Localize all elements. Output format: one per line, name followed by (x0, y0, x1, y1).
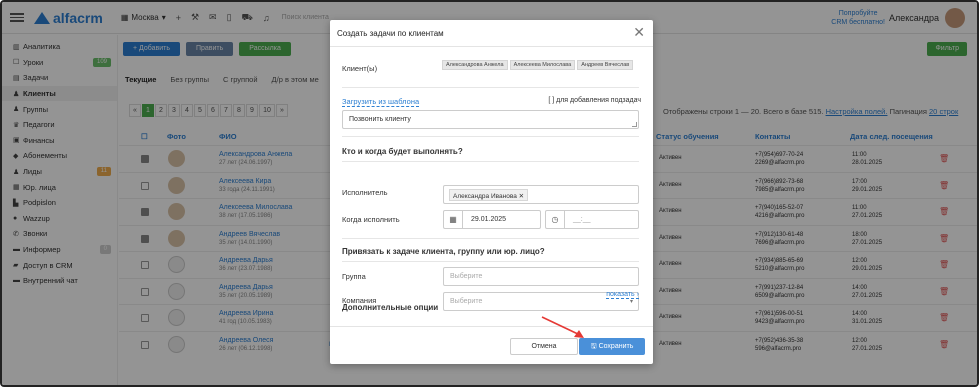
client-chip: Алексеева Милослава (509, 60, 576, 70)
time-value: __:__ (573, 216, 591, 223)
executor-label: Исполнитель (342, 188, 388, 197)
save-icon: 🖫 (590, 343, 599, 350)
date-picker[interactable]: ▦ 29.01.2025 (443, 210, 541, 229)
show-extra-options-link[interactable]: показать › (606, 291, 639, 299)
selected-clients: Александрова Анжела Алексеева Милослава Ан… (442, 60, 634, 70)
save-label: Сохранить (598, 343, 634, 350)
divider (342, 136, 639, 137)
subtask-hint: [ ] для добавления подзадач (548, 97, 641, 104)
time-picker[interactable]: ◷ __:__ (545, 210, 639, 229)
modal-body: Клиент(ы) Александрова Анжела Алексеева М… (330, 48, 653, 313)
load-template-link[interactable]: Загрузить из шаблона (342, 97, 420, 107)
who-when-title: Кто и когда будет выполнять? (342, 147, 463, 156)
remove-icon[interactable]: ✕ (519, 193, 524, 200)
show-link-label: показать (606, 291, 635, 298)
extra-options-title: Дополнительные опции (342, 303, 439, 312)
company-placeholder: Выберите (450, 298, 483, 305)
group-label: Группа (342, 272, 366, 281)
modal-title: Создать задачи по клиентам (337, 29, 444, 38)
divider (342, 87, 639, 88)
date-value: 29.01.2025 (471, 216, 507, 223)
client-chip: Александрова Анжела (442, 60, 508, 70)
group-select[interactable]: Выберите (443, 267, 639, 286)
clock-icon: ◷ (546, 211, 565, 228)
executor-name: Александра Иванова (453, 193, 517, 200)
bind-title: Привязать к задаче клиента, группу или ю… (342, 247, 545, 256)
create-tasks-modal: Создать задачи по клиентам ✕ Клиент(ы) А… (330, 20, 653, 364)
divider (342, 238, 639, 239)
client-chip: Андреев Вячеслав (577, 60, 634, 70)
modal-header: Создать задачи по клиентам ✕ (330, 20, 653, 47)
clients-label: Клиент(ы) (342, 64, 378, 73)
executor-chip: Александра Иванова ✕ (449, 189, 529, 201)
divider (342, 161, 639, 162)
task-text-input[interactable]: Позвонить клиенту (342, 110, 639, 129)
app-frame: alfacrm ▦ Москва ▾ + ⚒ ✉ ▯ ⛟ ♫ Поиск кли… (0, 0, 979, 387)
executor-select[interactable]: Александра Иванова ✕ (443, 185, 639, 204)
calendar-icon: ▦ (444, 211, 463, 228)
task-text-value: Позвонить клиенту (349, 116, 411, 123)
modal-footer: Отмена 🖫 Сохранить (330, 326, 653, 364)
when-label: Когда исполнить (342, 215, 400, 224)
chevron-down-icon: ▾ (629, 299, 633, 305)
annotation-arrow (541, 316, 584, 338)
close-icon[interactable]: ✕ (633, 24, 645, 41)
group-placeholder: Выберите (450, 273, 483, 280)
divider (342, 261, 639, 262)
